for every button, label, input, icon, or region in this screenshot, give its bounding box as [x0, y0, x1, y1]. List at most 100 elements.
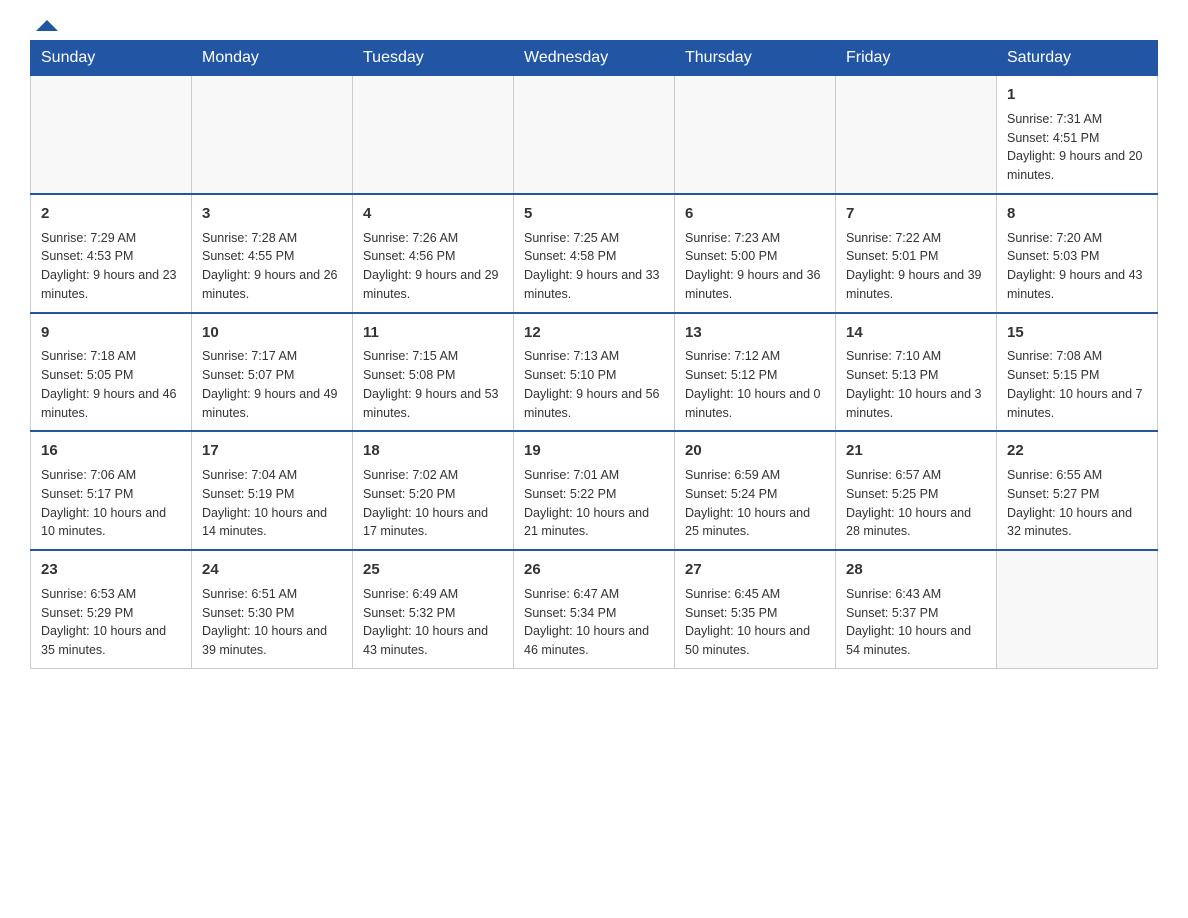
day-info: Sunrise: 7:15 AM Sunset: 5:08 PM Dayligh…	[363, 347, 503, 422]
day-number: 13	[685, 322, 825, 344]
calendar-day-cell	[836, 76, 997, 194]
weekday-header-sunday: Sunday	[31, 41, 192, 76]
calendar-week-row: 23 Sunrise: 6:53 AM Sunset: 5:29 PM Dayli…	[31, 550, 1158, 668]
calendar-day-cell	[31, 76, 192, 194]
day-info: Sunrise: 6:43 AM Sunset: 5:37 PM Dayligh…	[846, 585, 986, 660]
calendar-day-cell: 11 Sunrise: 7:15 AM Sunset: 5:08 PM Dayli…	[353, 313, 514, 432]
day-number: 28	[846, 559, 986, 581]
day-number: 15	[1007, 322, 1147, 344]
day-info: Sunrise: 7:06 AM Sunset: 5:17 PM Dayligh…	[41, 466, 181, 541]
page-header	[30, 20, 1158, 30]
day-number: 7	[846, 203, 986, 225]
calendar-day-cell: 14 Sunrise: 7:10 AM Sunset: 5:13 PM Dayli…	[836, 313, 997, 432]
day-number: 14	[846, 322, 986, 344]
calendar-week-row: 2 Sunrise: 7:29 AM Sunset: 4:53 PM Daylig…	[31, 194, 1158, 313]
calendar-day-cell	[675, 76, 836, 194]
logo	[30, 20, 58, 30]
day-info: Sunrise: 7:26 AM Sunset: 4:56 PM Dayligh…	[363, 229, 503, 304]
calendar-day-cell: 16 Sunrise: 7:06 AM Sunset: 5:17 PM Dayli…	[31, 431, 192, 550]
day-number: 10	[202, 322, 342, 344]
calendar-day-cell: 22 Sunrise: 6:55 AM Sunset: 5:27 PM Dayli…	[997, 431, 1158, 550]
day-info: Sunrise: 7:01 AM Sunset: 5:22 PM Dayligh…	[524, 466, 664, 541]
day-number: 24	[202, 559, 342, 581]
calendar-day-cell: 23 Sunrise: 6:53 AM Sunset: 5:29 PM Dayli…	[31, 550, 192, 668]
calendar-day-cell: 19 Sunrise: 7:01 AM Sunset: 5:22 PM Dayli…	[514, 431, 675, 550]
calendar-day-cell: 25 Sunrise: 6:49 AM Sunset: 5:32 PM Dayli…	[353, 550, 514, 668]
day-info: Sunrise: 6:49 AM Sunset: 5:32 PM Dayligh…	[363, 585, 503, 660]
day-number: 17	[202, 440, 342, 462]
calendar-day-cell: 18 Sunrise: 7:02 AM Sunset: 5:20 PM Dayli…	[353, 431, 514, 550]
day-info: Sunrise: 7:10 AM Sunset: 5:13 PM Dayligh…	[846, 347, 986, 422]
day-number: 11	[363, 322, 503, 344]
calendar-day-cell: 13Sunrise: 7:12 AM Sunset: 5:12 PM Dayli…	[675, 313, 836, 432]
day-info: Sunrise: 7:20 AM Sunset: 5:03 PM Dayligh…	[1007, 229, 1147, 304]
day-info: Sunrise: 7:25 AM Sunset: 4:58 PM Dayligh…	[524, 229, 664, 304]
weekday-header-tuesday: Tuesday	[353, 41, 514, 76]
day-number: 9	[41, 322, 181, 344]
day-number: 8	[1007, 203, 1147, 225]
day-info: Sunrise: 6:53 AM Sunset: 5:29 PM Dayligh…	[41, 585, 181, 660]
calendar-week-row: 1 Sunrise: 7:31 AM Sunset: 4:51 PM Daylig…	[31, 76, 1158, 194]
calendar-day-cell: 26 Sunrise: 6:47 AM Sunset: 5:34 PM Dayli…	[514, 550, 675, 668]
day-info: Sunrise: 6:51 AM Sunset: 5:30 PM Dayligh…	[202, 585, 342, 660]
day-number: 19	[524, 440, 664, 462]
calendar-day-cell: 21Sunrise: 6:57 AM Sunset: 5:25 PM Dayli…	[836, 431, 997, 550]
day-number: 4	[363, 203, 503, 225]
day-info: Sunrise: 6:47 AM Sunset: 5:34 PM Dayligh…	[524, 585, 664, 660]
day-info: Sunrise: 7:04 AM Sunset: 5:19 PM Dayligh…	[202, 466, 342, 541]
day-number: 16	[41, 440, 181, 462]
weekday-header-friday: Friday	[836, 41, 997, 76]
calendar-day-cell: 5 Sunrise: 7:25 AM Sunset: 4:58 PM Daylig…	[514, 194, 675, 313]
calendar-week-row: 16 Sunrise: 7:06 AM Sunset: 5:17 PM Dayli…	[31, 431, 1158, 550]
weekday-header-thursday: Thursday	[675, 41, 836, 76]
day-info: Sunrise: 6:59 AM Sunset: 5:24 PM Dayligh…	[685, 466, 825, 541]
calendar-day-cell: 9 Sunrise: 7:18 AM Sunset: 5:05 PM Daylig…	[31, 313, 192, 432]
day-number: 18	[363, 440, 503, 462]
weekday-header-saturday: Saturday	[997, 41, 1158, 76]
calendar-day-cell: 1 Sunrise: 7:31 AM Sunset: 4:51 PM Daylig…	[997, 76, 1158, 194]
day-number: 1	[1007, 84, 1147, 106]
day-info: Sunrise: 7:13 AM Sunset: 5:10 PM Dayligh…	[524, 347, 664, 422]
calendar-day-cell: 10 Sunrise: 7:17 AM Sunset: 5:07 PM Dayli…	[192, 313, 353, 432]
calendar-day-cell: 2 Sunrise: 7:29 AM Sunset: 4:53 PM Daylig…	[31, 194, 192, 313]
day-info: Sunrise: 7:17 AM Sunset: 5:07 PM Dayligh…	[202, 347, 342, 422]
day-number: 6	[685, 203, 825, 225]
calendar-day-cell: 28 Sunrise: 6:43 AM Sunset: 5:37 PM Dayli…	[836, 550, 997, 668]
logo-triangle-top	[36, 20, 58, 31]
day-number: 27	[685, 559, 825, 581]
calendar-day-cell	[353, 76, 514, 194]
calendar-day-cell: 17 Sunrise: 7:04 AM Sunset: 5:19 PM Dayli…	[192, 431, 353, 550]
day-number: 26	[524, 559, 664, 581]
day-number: 5	[524, 203, 664, 225]
calendar-day-cell: 6 Sunrise: 7:23 AM Sunset: 5:00 PM Daylig…	[675, 194, 836, 313]
day-info: Sunrise: 7:08 AM Sunset: 5:15 PM Dayligh…	[1007, 347, 1147, 422]
day-number: 22	[1007, 440, 1147, 462]
day-info: Sunrise: 7:18 AM Sunset: 5:05 PM Dayligh…	[41, 347, 181, 422]
calendar-table: SundayMondayTuesdayWednesdayThursdayFrid…	[30, 40, 1158, 669]
calendar-day-cell	[514, 76, 675, 194]
day-number: 23	[41, 559, 181, 581]
calendar-day-cell: 4 Sunrise: 7:26 AM Sunset: 4:56 PM Daylig…	[353, 194, 514, 313]
day-number: 25	[363, 559, 503, 581]
day-info: Sunrise: 7:22 AM Sunset: 5:01 PM Dayligh…	[846, 229, 986, 304]
day-number: 2	[41, 203, 181, 225]
day-info: Sunrise: 6:57 AM Sunset: 5:25 PM Dayligh…	[846, 466, 986, 541]
calendar-day-cell: 12Sunrise: 7:13 AM Sunset: 5:10 PM Dayli…	[514, 313, 675, 432]
calendar-day-cell: 8 Sunrise: 7:20 AM Sunset: 5:03 PM Daylig…	[997, 194, 1158, 313]
day-info: Sunrise: 7:28 AM Sunset: 4:55 PM Dayligh…	[202, 229, 342, 304]
calendar-day-cell: 7 Sunrise: 7:22 AM Sunset: 5:01 PM Daylig…	[836, 194, 997, 313]
weekday-header-monday: Monday	[192, 41, 353, 76]
calendar-week-row: 9 Sunrise: 7:18 AM Sunset: 5:05 PM Daylig…	[31, 313, 1158, 432]
day-info: Sunrise: 7:31 AM Sunset: 4:51 PM Dayligh…	[1007, 110, 1147, 185]
day-info: Sunrise: 7:23 AM Sunset: 5:00 PM Dayligh…	[685, 229, 825, 304]
day-info: Sunrise: 7:02 AM Sunset: 5:20 PM Dayligh…	[363, 466, 503, 541]
day-info: Sunrise: 6:55 AM Sunset: 5:27 PM Dayligh…	[1007, 466, 1147, 541]
day-number: 20	[685, 440, 825, 462]
calendar-day-cell: 15 Sunrise: 7:08 AM Sunset: 5:15 PM Dayli…	[997, 313, 1158, 432]
weekday-header-wednesday: Wednesday	[514, 41, 675, 76]
day-number: 3	[202, 203, 342, 225]
weekday-header-row: SundayMondayTuesdayWednesdayThursdayFrid…	[31, 41, 1158, 76]
calendar-day-cell	[997, 550, 1158, 668]
day-info: Sunrise: 7:29 AM Sunset: 4:53 PM Dayligh…	[41, 229, 181, 304]
calendar-day-cell: 24 Sunrise: 6:51 AM Sunset: 5:30 PM Dayli…	[192, 550, 353, 668]
